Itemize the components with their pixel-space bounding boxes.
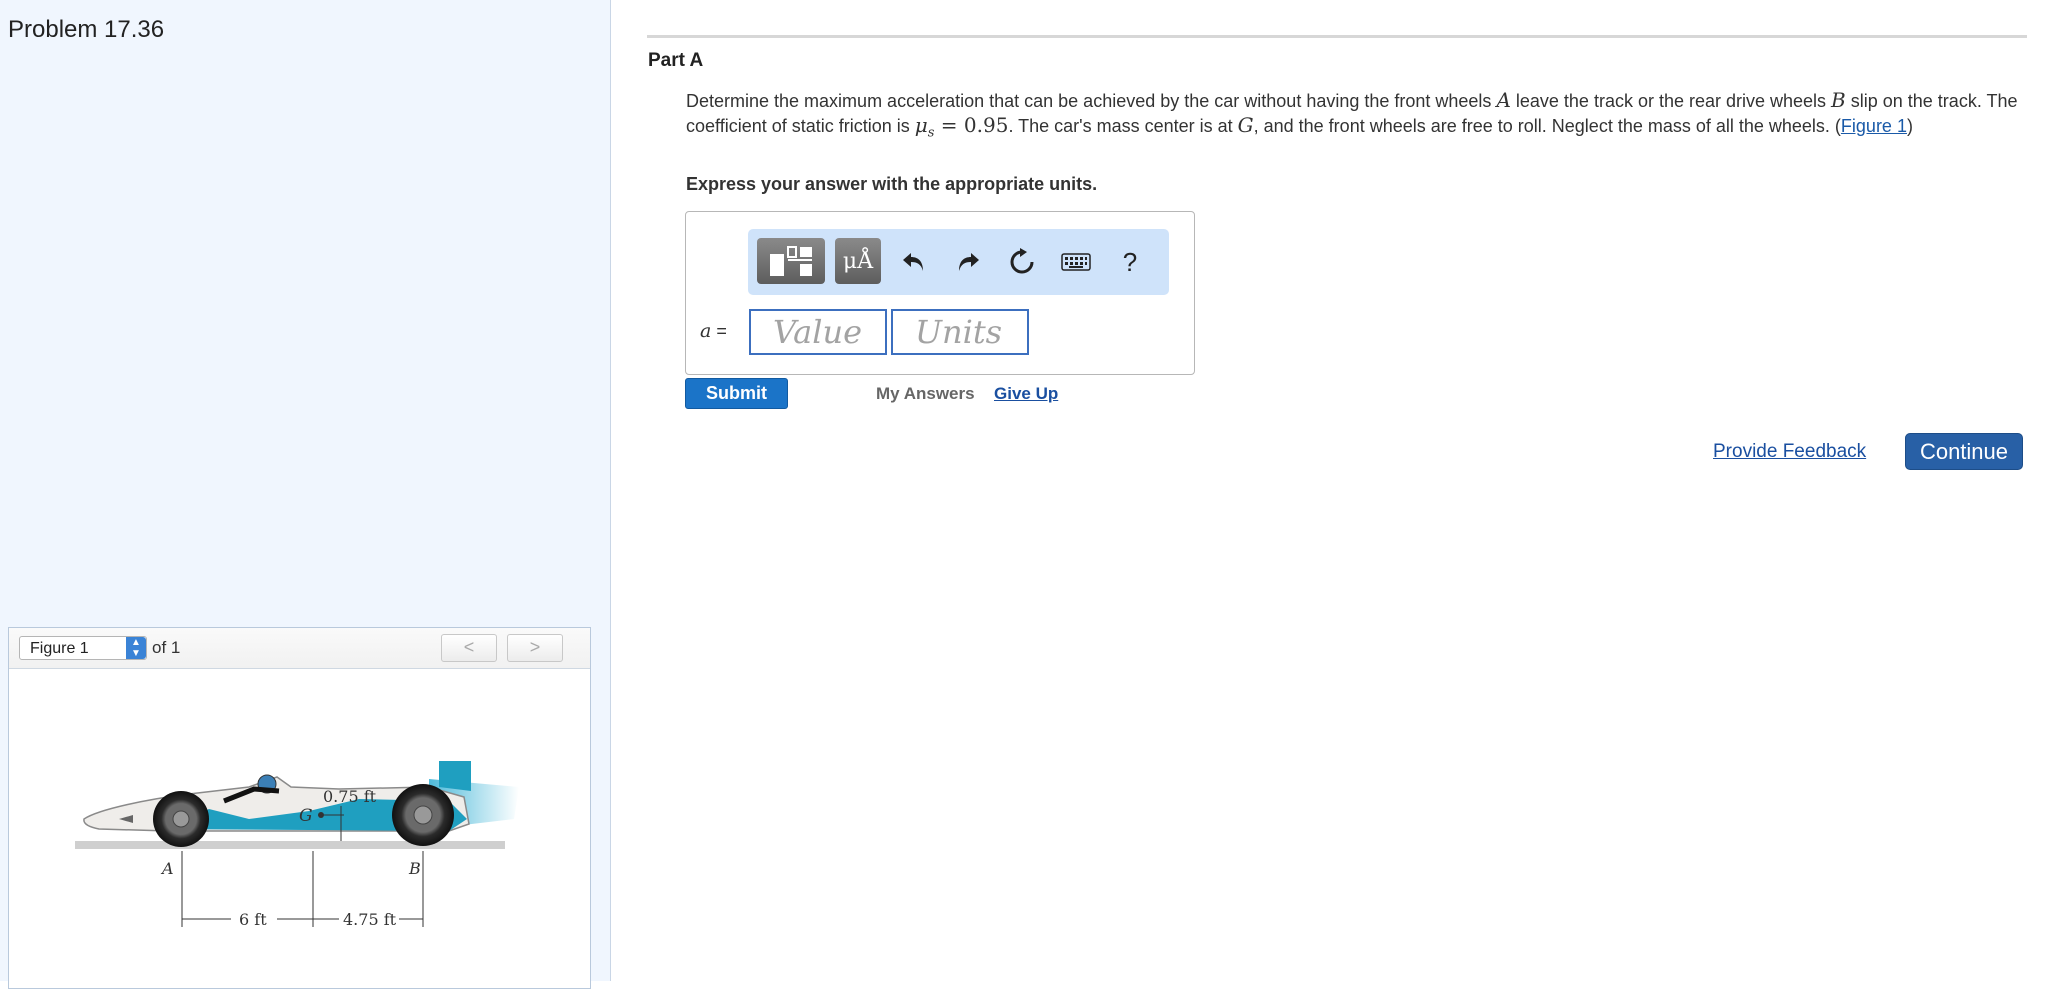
part-title: Part A <box>648 50 704 71</box>
keyboard-button[interactable] <box>1053 229 1099 295</box>
rear-hub <box>413 805 433 825</box>
question-text: Determine the maximum acceleration that … <box>686 88 2026 146</box>
math-b: B <box>1831 88 1846 112</box>
rear-wing <box>439 761 471 791</box>
figure-toolbar: Figure 1 ▲ ▼ of 1 < > <box>9 628 590 669</box>
variable-label: a = <box>700 320 727 342</box>
figure-next-button[interactable]: > <box>507 634 563 662</box>
help-icon: ? <box>1122 246 1138 277</box>
chevron-left-icon: < <box>463 637 475 657</box>
label-g: G <box>299 806 313 826</box>
left-pane: Problem 17.36 Figure 1 ▲ ▼ of 1 < > G 0.… <box>0 0 611 989</box>
math-mu: μ <box>914 113 928 137</box>
variable-symbol: a <box>700 320 712 342</box>
chevron-right-icon: > <box>529 637 541 657</box>
label-b: B <box>408 859 421 878</box>
figure-panel: Figure 1 ▲ ▼ of 1 < > G 0.75 ft A B 6 ft… <box>8 627 591 989</box>
figure-select[interactable]: Figure 1 ▲ ▼ <box>19 636 147 660</box>
center-of-mass-marker <box>318 812 324 818</box>
dim-rear: 4.75 ft <box>343 910 397 929</box>
units-button[interactable]: μÅ <box>835 238 881 284</box>
redo-icon <box>959 253 979 271</box>
redo-button[interactable] <box>945 229 991 295</box>
give-up-link[interactable]: Give Up <box>994 384 1058 404</box>
math-a: A <box>1496 88 1511 112</box>
question-part: Determine the maximum acceleration that … <box>686 91 1497 111</box>
figure-prev-button[interactable]: < <box>441 634 497 662</box>
top-divider <box>647 35 2027 38</box>
question-part: ) <box>1906 116 1913 136</box>
templates-button[interactable] <box>757 238 825 284</box>
units-icon: μÅ <box>842 248 874 274</box>
race-car-figure: G 0.75 ft A B 6 ft 4.75 ft <box>75 761 519 929</box>
question-part: . The car's mass center is at <box>1008 116 1238 136</box>
continue-button[interactable]: Continue <box>1905 433 2023 470</box>
templates-icon <box>770 246 812 276</box>
figure-1-link[interactable]: Figure 1 <box>1841 116 1907 136</box>
math-toolbar: μÅ ? <box>748 229 1169 295</box>
figure-count: of 1 <box>152 638 181 657</box>
chevron-up-down-icon: ▲ ▼ <box>126 637 146 659</box>
front-hub <box>172 810 190 828</box>
equals-sign: = <box>716 321 727 341</box>
figure-select-value: Figure 1 <box>30 640 89 657</box>
keyboard-icon <box>1061 253 1091 271</box>
undo-icon <box>903 253 923 271</box>
ground <box>75 841 505 849</box>
submit-button[interactable]: Submit <box>685 378 788 409</box>
question-part: , and the front wheels are free to roll.… <box>1253 116 1841 136</box>
question-part: leave the track or the rear drive wheels <box>1510 91 1832 111</box>
provide-feedback-link[interactable]: Provide Feedback <box>1713 441 1866 463</box>
value-input[interactable] <box>749 309 887 355</box>
answer-box: μÅ ? a = Value Units <box>685 211 1195 375</box>
units-input[interactable] <box>891 309 1029 355</box>
reset-button[interactable] <box>999 229 1045 295</box>
label-a: A <box>160 859 174 878</box>
problem-title: Problem 17.36 <box>8 16 165 43</box>
right-pane: Part A Determine the maximum acceleratio… <box>611 0 2046 981</box>
math-g: G <box>1237 113 1254 137</box>
dim-height: 0.75 ft <box>323 787 377 806</box>
help-button[interactable]: ? <box>1107 229 1153 295</box>
my-answers-label: My Answers <box>876 384 975 403</box>
math-mu-value: = 0.95 <box>934 113 1009 137</box>
answer-instruction: Express your answer with the appropriate… <box>686 174 1098 194</box>
undo-button[interactable] <box>891 229 937 295</box>
reset-icon <box>1010 248 1034 274</box>
dim-front: 6 ft <box>239 910 267 929</box>
